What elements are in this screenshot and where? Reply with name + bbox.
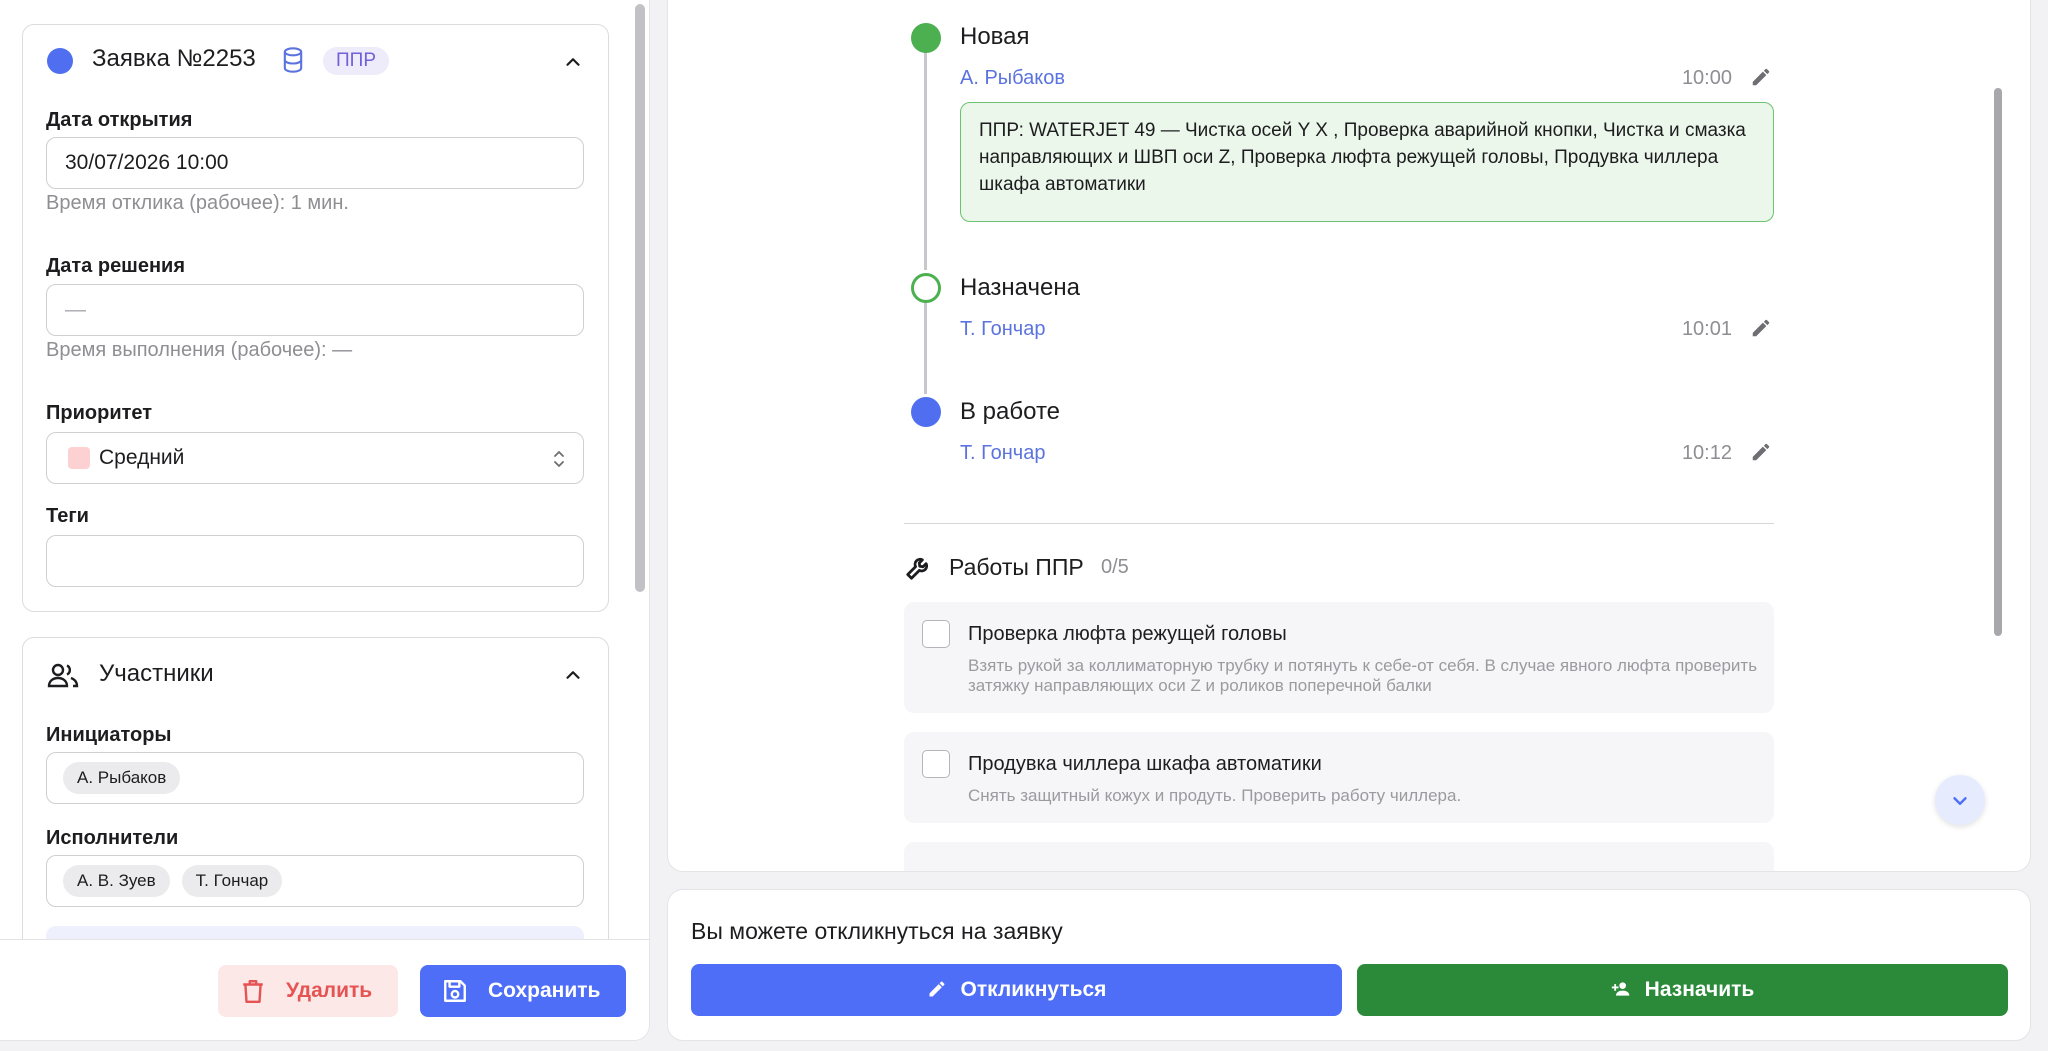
respond-panel: Вы можете откликнуться на заявку Откликн… (667, 889, 2031, 1041)
task-checkbox[interactable] (922, 750, 950, 778)
timeline-dot-new-icon (911, 23, 941, 53)
timeline-connector (924, 52, 927, 270)
assign-button[interactable]: Назначить (1357, 964, 2008, 1016)
executors-label: Исполнители (46, 827, 179, 849)
section-divider (904, 523, 1774, 524)
scroll-down-button[interactable] (1935, 775, 1985, 825)
timeline-time: 10:01 (1681, 318, 1732, 340)
history-scrollbar[interactable] (1994, 88, 2002, 636)
timeline-author-link[interactable]: А. Рыбаков (960, 67, 1065, 90)
timeline-status: В работе (960, 398, 1061, 425)
timeline-status: Назначена (960, 274, 1080, 301)
initiators-input[interactable]: А. Рыбаков (46, 752, 584, 804)
participants-card: Участники Инициаторы А. Рыбаков Исполнит… (22, 637, 609, 940)
priority-color-swatch (68, 447, 90, 469)
pencil-icon (929, 981, 945, 997)
priority-label: Приоритет (46, 402, 153, 424)
sidebar-scrollbar[interactable] (635, 4, 645, 592)
timeline-dot-in-progress-icon (911, 397, 941, 427)
ticket-title: Заявка №2253 (92, 45, 256, 72)
response-time-hint: Время отклика (рабочее): 1 мин. (46, 192, 349, 214)
timeline-dot-assigned-icon (911, 273, 941, 303)
chevron-down-icon (1953, 797, 1967, 805)
add-person-icon (1611, 982, 1629, 996)
task-description: Снять защитный кожух и продуть. Проверит… (968, 786, 1462, 805)
assign-button-label: Назначить (1644, 978, 1755, 1001)
timeline-time: 10:12 (1681, 442, 1732, 464)
trash-icon (243, 980, 263, 1004)
task-item[interactable]: Продувка чиллера шкафа автоматики Снять … (904, 732, 1774, 823)
priority-select[interactable]: Средний (46, 432, 584, 484)
edit-pencil-icon[interactable] (1750, 317, 1772, 339)
open-date-label: Дата открытия (46, 109, 193, 131)
task-description: Взять рукой за коллиматорную трубку и по… (968, 656, 1758, 695)
respond-prompt: Вы можете откликнуться на заявку (691, 918, 1063, 944)
floppy-disk-icon (444, 980, 466, 1002)
tags-label: Теги (46, 505, 89, 527)
delete-button-label: Удалить (286, 979, 373, 1002)
ppr-badge: ППР (323, 47, 389, 75)
participants-card-header[interactable]: Участники (23, 638, 608, 710)
save-button[interactable]: Сохранить (420, 965, 626, 1017)
collapse-chevron-up-icon[interactable] (562, 51, 584, 73)
exec-time-hint: Время выполнения (рабочее): — (46, 339, 353, 361)
timeline-status: Новая (960, 23, 1030, 50)
ticket-sidebar-scroll: Заявка №2253 ППР Дата открытия 30/07/202… (0, 0, 649, 940)
wrench-icon (906, 557, 929, 580)
ticket-history-panel: Новая А. Рыбаков 10:00 ППР: WATERJET 49 … (667, 0, 2031, 872)
task-checkbox[interactable] (922, 620, 950, 648)
respond-button-content: Откликнуться (691, 978, 1342, 1002)
select-updown-icon (554, 451, 564, 467)
timeline-author-link[interactable]: Т. Гончар (960, 442, 1045, 465)
task-item[interactable]: Проверка люфта режущей головы Взять руко… (904, 602, 1774, 713)
executor-chip[interactable]: А. В. Зуев (63, 865, 170, 897)
ticket-card-header[interactable]: Заявка №2253 ППР (23, 25, 608, 97)
collapse-chevron-up-icon[interactable] (562, 664, 584, 686)
executors-input[interactable]: А. В. Зуев Т. Гончар (46, 855, 584, 907)
executor-chip[interactable]: Т. Гончар (181, 865, 283, 897)
initiator-chip[interactable]: А. Рыбаков (63, 762, 181, 794)
task-title: Проверка люфта режущей головы (968, 623, 1287, 645)
save-button-label: Сохранить (488, 979, 601, 1002)
solve-date-input[interactable]: — (46, 284, 584, 336)
task-item[interactable] (904, 842, 1774, 871)
people-icon (47, 663, 79, 688)
respond-button-label: Откликнуться (960, 978, 1107, 1001)
task-title: Продувка чиллера шкафа автоматики (968, 753, 1322, 775)
timeline-time: 10:00 (1681, 67, 1732, 89)
tags-input[interactable] (46, 535, 584, 587)
timeline-author-link[interactable]: Т. Гончар (960, 318, 1045, 341)
ticket-card: Заявка №2253 ППР Дата открытия 30/07/202… (22, 24, 609, 612)
delete-button[interactable]: Удалить (218, 965, 398, 1017)
initiators-label: Инициаторы (46, 724, 172, 746)
respond-button[interactable]: Откликнуться (691, 964, 1342, 1016)
participants-title: Участники (99, 660, 214, 687)
works-title: Работы ППР (949, 554, 1084, 580)
status-dot-icon (47, 48, 73, 74)
works-count: 0/5 (1101, 556, 1129, 578)
info-banner (46, 926, 584, 940)
open-date-input[interactable]: 30/07/2026 10:00 (46, 137, 584, 189)
database-icon (283, 47, 303, 73)
edit-pencil-icon[interactable] (1750, 441, 1772, 463)
assign-button-content: Назначить (1357, 978, 2008, 1002)
ticket-sidebar: Заявка №2253 ППР Дата открытия 30/07/202… (0, 0, 650, 1041)
timeline-connector (924, 302, 927, 394)
timeline-note: ППР: WATERJET 49 — Чистка осей Y X , Про… (960, 102, 1774, 222)
edit-pencil-icon[interactable] (1750, 66, 1772, 88)
sidebar-footer: Удалить Сохранить (0, 939, 649, 1040)
solve-date-label: Дата решения (46, 255, 186, 277)
priority-value: Средний (99, 446, 185, 469)
